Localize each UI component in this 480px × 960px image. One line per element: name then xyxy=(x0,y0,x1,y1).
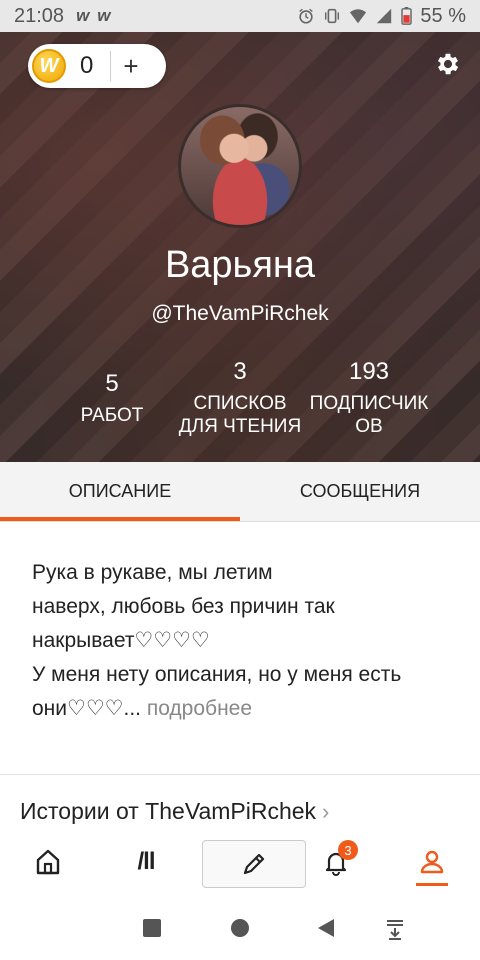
battery-icon xyxy=(401,7,413,25)
wattpad-notification-icon-2: w xyxy=(97,6,111,25)
add-coins-button[interactable]: + xyxy=(111,51,151,82)
nav-profile[interactable] xyxy=(408,838,456,886)
stat-followers[interactable]: 193 ПОДПИСЧИК ОВ xyxy=(300,358,438,438)
stat-followers-label-2: ОВ xyxy=(355,416,383,437)
system-nav xyxy=(0,896,480,960)
stat-reading-lists-label-2: ДЛЯ ЧТЕНИЯ xyxy=(178,416,302,437)
home-circle-icon[interactable] xyxy=(230,918,250,938)
bottom-nav: /ll 3 xyxy=(0,830,480,896)
section-divider xyxy=(0,774,480,775)
nav-write[interactable] xyxy=(202,840,306,888)
profile-stats: 5 РАБОТ 3 СПИСКОВ ДЛЯ ЧТЕНИЯ 193 ПОДПИСЧ… xyxy=(0,358,480,448)
read-more-link[interactable]: подробнее xyxy=(141,697,252,720)
chevron-right-icon: › xyxy=(322,799,330,824)
recents-square-icon[interactable] xyxy=(142,918,162,938)
library-icon: /ll xyxy=(137,848,155,875)
coin-count: 0 xyxy=(80,52,94,79)
stat-reading-lists-value: 3 xyxy=(233,358,247,385)
stat-followers-value: 193 xyxy=(348,358,390,385)
profile-header: W 0 + Варьяна @TheVamPiRchek 5 РАБОТ 3 С… xyxy=(0,32,480,462)
wifi-icon xyxy=(350,9,367,24)
profile-tabs: ОПИСАНИЕ СООБЩЕНИЯ xyxy=(0,462,480,522)
gear-icon[interactable] xyxy=(434,50,462,78)
username: @TheVamPiRchek xyxy=(151,302,329,325)
status-right-group: 55 % xyxy=(297,5,466,28)
coin-icon: W xyxy=(32,49,66,83)
notification-badge: 3 xyxy=(338,840,358,860)
home-icon xyxy=(36,849,60,875)
vibrate-icon xyxy=(325,8,340,24)
display-name: Варьяна xyxy=(164,244,316,286)
description-line-1: Рука в рукаве, мы летим xyxy=(32,561,273,584)
active-nav-indicator xyxy=(416,883,448,886)
profile-icon xyxy=(420,850,444,874)
signal-icon xyxy=(377,8,392,24)
avatar[interactable] xyxy=(178,104,302,228)
stat-reading-lists[interactable]: 3 СПИСКОВ ДЛЯ ЧТЕНИЯ xyxy=(170,358,310,438)
tab-about[interactable]: ОПИСАНИЕ xyxy=(0,462,240,521)
back-triangle-icon[interactable] xyxy=(316,918,336,938)
nav-library[interactable]: /ll xyxy=(122,838,170,886)
description-line-3: накрывает♡♡♡♡ xyxy=(32,629,210,652)
coin-balance-pill[interactable]: W 0 + xyxy=(28,44,166,88)
stories-heading-text: Истории от TheVamPiRchek xyxy=(20,798,317,824)
description-line-2: наверх, любовь без причин так xyxy=(32,595,335,618)
stat-reading-lists-label-1: СПИСКОВ xyxy=(193,393,287,414)
nav-notifications[interactable]: 3 xyxy=(312,838,360,886)
keyboard-hide-icon[interactable] xyxy=(384,918,406,940)
description-line-4: У меня нету описания, но у меня есть xyxy=(32,663,402,686)
stat-works-value: 5 xyxy=(105,370,119,397)
nav-home[interactable] xyxy=(24,838,72,886)
alarm-icon xyxy=(299,8,314,24)
stat-works-label: РАБОТ xyxy=(80,405,144,426)
description-line-5: они♡♡♡... xyxy=(32,697,141,720)
stat-works[interactable]: 5 РАБОТ xyxy=(62,370,162,427)
stat-followers-label-1: ПОДПИСЧИК xyxy=(309,393,429,414)
battery-percent: 55 % xyxy=(420,4,466,27)
status-bar: 21:08 w w 55 % xyxy=(0,0,480,32)
pencil-icon xyxy=(243,853,265,875)
status-time: 21:08 xyxy=(14,4,65,27)
stories-heading[interactable]: Истории от TheVamPiRchek › xyxy=(20,798,329,825)
profile-description: Рука в рукаве, мы летим наверх, любовь б… xyxy=(32,556,452,726)
wattpad-notification-icon: w xyxy=(76,6,90,25)
tab-messages[interactable]: СООБЩЕНИЯ xyxy=(240,462,480,521)
